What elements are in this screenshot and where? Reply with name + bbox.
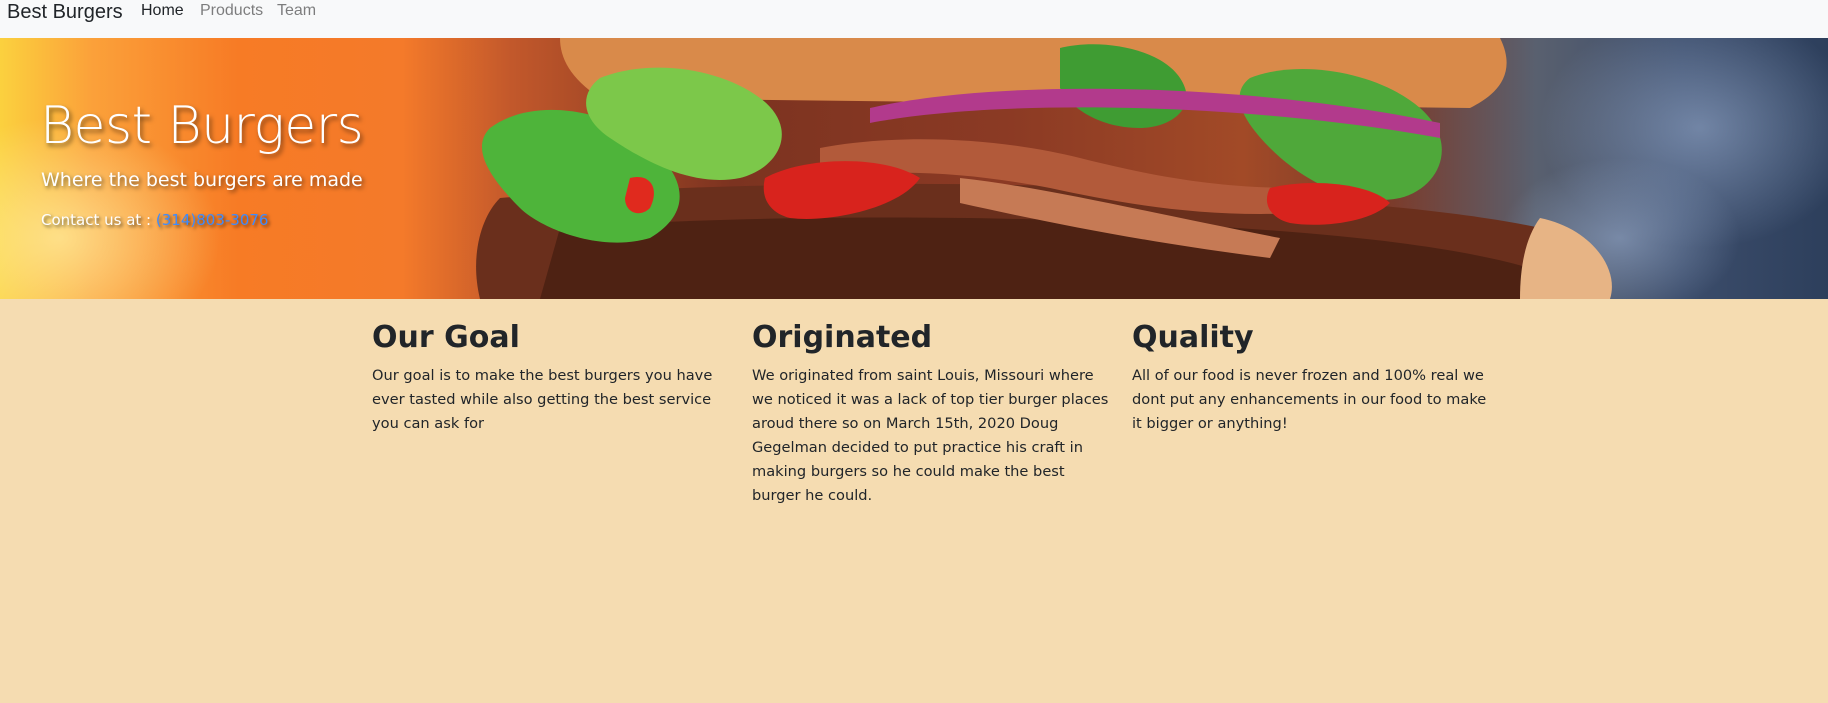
nav-link-team[interactable]: Team <box>277 1 316 21</box>
section-body: Our goal is to make the best burgers you… <box>372 367 713 432</box>
section-our-goal: Our Goal Our goal is to make the best bu… <box>372 318 732 436</box>
contact-label: Contact us at : <box>41 211 152 229</box>
contact-phone-link[interactable]: (314)803-3076 <box>156 211 269 229</box>
nav-link-products[interactable]: Products <box>200 1 263 21</box>
hero-banner: Best Burgers Where the best burgers are … <box>0 38 1828 299</box>
section-heading: Our Goal <box>372 320 520 355</box>
hero-contact: Contact us at : (314)803-3076 <box>41 210 268 230</box>
section-heading: Originated <box>752 320 933 355</box>
section-originated: Originated We originated from saint Loui… <box>752 318 1112 508</box>
section-body: We originated from saint Louis, Missouri… <box>752 367 1109 504</box>
section-heading: Quality <box>1132 320 1254 355</box>
section-body: All of our food is never frozen and 100%… <box>1132 367 1487 432</box>
brand-link[interactable]: Best Burgers <box>7 0 123 24</box>
nav-link-home[interactable]: Home <box>141 1 184 21</box>
top-navbar: Best Burgers Home Products Team <box>0 0 1828 38</box>
hero-subtitle: Where the best burgers are made <box>41 169 363 191</box>
section-quality: Quality All of our food is never frozen … <box>1132 318 1492 436</box>
hero-title: Best Burgers <box>40 96 364 156</box>
